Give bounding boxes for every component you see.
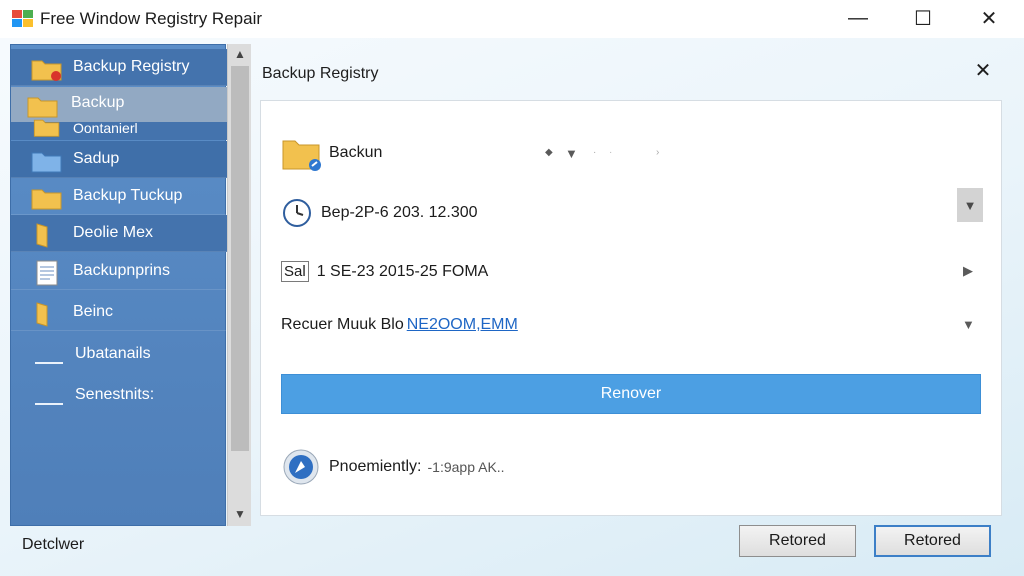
app-window: Free Window Registry Repair — ☐ ✕ Backup…	[0, 0, 1024, 576]
sidebar-item-oontanierl[interactable]: Oontanierl	[11, 119, 227, 140]
folder-restore-icon	[31, 60, 62, 81]
sidebar-item-backupnprins[interactable]: Backupnprins	[11, 253, 227, 290]
date-row-value: Bep-2P-6 203. 12.300	[321, 204, 478, 221]
dot-icon: ·	[593, 147, 597, 158]
sidebar-item-backup-registry[interactable]: Backup Registry	[11, 49, 227, 86]
restored-button-secondary[interactable]: Retored	[739, 525, 856, 557]
panel-close-button[interactable]: ✕	[972, 60, 994, 82]
sidebar-item-senestnits[interactable]: Senestnits:	[11, 376, 227, 413]
status-row: Pnoemiently: -1:9app AK..	[281, 447, 505, 487]
sidebar-item-label: Oontanierl	[73, 120, 138, 136]
folder-open-icon	[36, 223, 48, 248]
recover-row-link[interactable]: NE2OOM,EMM	[407, 316, 518, 334]
sidebar-item-label: Sadup	[73, 150, 120, 167]
sidebar-item-label: Beinc	[73, 303, 114, 320]
sidebar-item-label: Backupnprins	[73, 262, 170, 279]
sidebar-item-beinc[interactable]: Beinc	[11, 294, 227, 331]
date-dropdown-button[interactable]: ▼	[957, 188, 983, 222]
line-icon	[35, 403, 63, 405]
sidebar-item-backup-tuckup[interactable]: Backup Tuckup	[11, 178, 227, 215]
version-row[interactable]: Sal 1 SE-23 2015-25 FOMA	[281, 261, 488, 282]
title-bar: Free Window Registry Repair — ☐ ✕	[0, 0, 1024, 38]
recover-row[interactable]: Recuer Muuk Blo NE2OOM,EMM	[281, 316, 518, 334]
recover-button[interactable]: Renover	[281, 374, 981, 414]
folder-arrow-icon	[282, 140, 321, 171]
close-icon: ✕	[980, 7, 998, 30]
backup-row-label: Backun	[329, 144, 383, 161]
sidebar-scrollbar[interactable]: ▲ ▼	[227, 44, 251, 526]
backup-row[interactable]: Backun	[281, 133, 382, 173]
maximize-icon: ☐	[914, 7, 932, 30]
version-row-value: 1 SE-23 2015-25 FOMA	[316, 262, 489, 280]
sidebar-item-label: Backup Tuckup	[73, 187, 183, 204]
app-logo-icon	[12, 10, 33, 27]
dot-icon: ·	[609, 147, 613, 158]
folder-icon	[31, 189, 62, 210]
restored-button-primary[interactable]: Retored	[874, 525, 991, 557]
clock-icon	[283, 199, 311, 227]
sal-box-icon: Sal	[281, 261, 309, 282]
sidebar-item-sadup[interactable]: Sadup	[11, 141, 227, 178]
dot-icon: ›	[656, 147, 660, 158]
folder-icon	[33, 119, 60, 137]
folder-blue-icon	[31, 152, 62, 173]
folder-open-icon	[36, 302, 48, 327]
sidebar-item-label: Backup Registry	[73, 58, 190, 75]
recover-row-label: Recuer Muuk Blo	[281, 316, 404, 333]
compass-icon	[283, 449, 319, 485]
sidebar: Backup Registry Backup Oontanierl Sadup …	[10, 44, 227, 526]
scroll-thumb[interactable]	[231, 66, 249, 451]
status-value: -1:9app AK..	[427, 459, 505, 475]
scroll-down-icon[interactable]: ▼	[228, 504, 252, 524]
minimize-icon: —	[848, 6, 868, 29]
main-panel: Backun ◆ ▼ · · › Bep-2P-6 203. 12.300 ▼ …	[260, 100, 1002, 516]
sidebar-item-ubatanails[interactable]: Ubatanails	[11, 335, 227, 372]
sidebar-item-label: Deolie Mex	[73, 224, 154, 241]
chevron-right-icon[interactable]: ▶	[963, 263, 973, 279]
close-icon: ✕	[974, 60, 992, 82]
line-icon	[35, 362, 63, 364]
chevron-down-icon: ▼	[963, 197, 977, 213]
maximize-button[interactable]: ☐	[900, 0, 946, 36]
status-label: Pnoemiently:	[329, 458, 422, 475]
sidebar-item-label: Senestnits:	[75, 385, 155, 403]
close-button[interactable]: ✕	[966, 0, 1012, 36]
scroll-up-icon[interactable]: ▲	[228, 44, 252, 64]
dropdown-arrow-icon[interactable]: ▼	[565, 146, 578, 161]
sidebar-item-label: Ubatanails	[75, 344, 151, 362]
footer-status-text: Detclwer	[22, 536, 85, 553]
document-icon	[36, 260, 58, 286]
minimize-button[interactable]: —	[835, 0, 881, 36]
panel-title: Backup Registry	[262, 65, 379, 82]
chevron-down-icon[interactable]: ▼	[962, 317, 975, 332]
sidebar-item-deolie-mex[interactable]: Deolie Mex	[11, 215, 227, 252]
sidebar-item-label: Backup	[71, 94, 125, 111]
window-title: Free Window Registry Repair	[40, 9, 263, 28]
small-arrow-icon: ◆	[545, 147, 553, 158]
date-row[interactable]: Bep-2P-6 203. 12.300	[281, 197, 478, 229]
